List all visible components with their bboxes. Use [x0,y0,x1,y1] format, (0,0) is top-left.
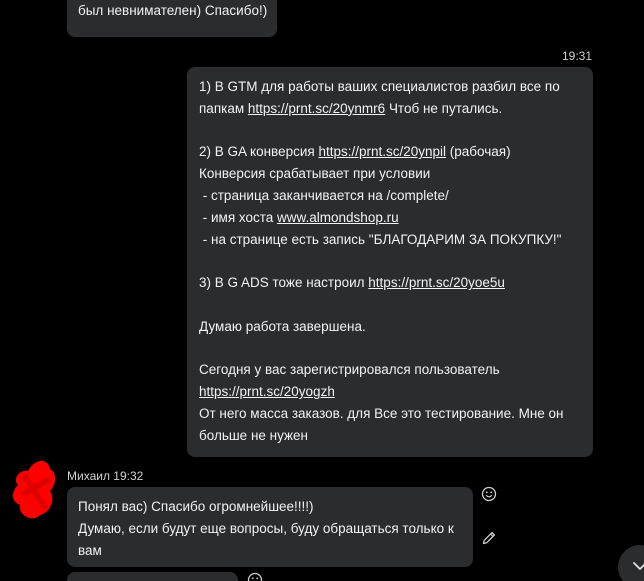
incoming-message-line: Понял вас) Спасибо огромнейшее!!!!) [78,499,314,514]
chevron-down-icon [633,562,644,570]
outgoing-message-line: 2) В GA конверсия https://prnt.sc/20ynpi… [199,141,581,163]
message-link[interactable]: https://prnt.sc/20ynmr6 [248,101,385,116]
previous-message-text: был невнимателен) Спасибо!) [78,3,268,18]
message-text: (рабочая) [446,144,511,160]
next-message-bubble[interactable] [67,572,238,581]
outgoing-message-line: Сегодня у вас зарегистрировался пользова… [199,359,581,381]
outgoing-message-line: папкам https://prnt.sc/20ynmr6 Чтоб не п… [199,98,581,120]
scroll-to-bottom-button[interactable] [618,545,644,581]
redacted-avatar [13,460,56,519]
outgoing-message-line: Конверсия срабатывает при условии [199,163,581,185]
outgoing-message-line: 1) В GTM для работы ваших специалистов р… [199,76,581,98]
outgoing-message-line: От него масса заказов. для Все это тести… [199,403,581,425]
message-link[interactable]: https://prnt.sc/20ynpil [318,144,446,159]
pencil-icon[interactable] [480,529,498,547]
incoming-message-meta: Михаил 19:32 [67,469,143,483]
incoming-message-line: вам [78,542,102,558]
chat-window: был невнимателен) Спасибо!) 19:31 1) В G… [0,0,644,581]
message-text: 1) В GTM для работы ваших специалистов р… [199,79,560,94]
message-text: Конверсия срабатывает при условии [199,166,431,182]
incoming-message-line: Думаю, если будут еще вопросы, буду обра… [78,520,454,536]
message-text: Думаю работа завершена. [199,318,366,334]
message-text: - страница заканчивается на /complete/ [199,187,449,203]
outgoing-message-line: Думаю работа завершена. [199,316,581,338]
previous-message-bubble[interactable]: был невнимателен) Спасибо!) [67,0,277,37]
outgoing-message-line: 3) В G ADS тоже настроил https://prnt.sc… [199,272,581,294]
message-text: Чтоб не путались. [385,100,503,116]
outgoing-message-line: больше не нужен [199,425,581,447]
incoming-message-bubble[interactable]: Понял вас) Спасибо огромнейшее!!!!) Дума… [67,487,473,567]
message-link[interactable]: https://prnt.sc/20yogzh [199,384,335,399]
message-text: - имя хоста [199,209,278,225]
message-text: 3) В G ADS тоже настроил [199,275,369,291]
outgoing-message-line: - имя хоста www.almondshop.ru [199,207,581,229]
smile-icon[interactable] [246,571,264,581]
smile-icon[interactable] [480,485,498,503]
outgoing-message-body: 1) В GTM для работы ваших специалистов р… [199,76,581,447]
message-text: папкам [199,100,248,116]
message-text: 2) В GA конверсия [199,144,319,160]
message-text: Сегодня у вас зарегистрировался пользова… [199,362,500,378]
outgoing-message-line: https://prnt.sc/20yogzh [199,381,581,403]
incoming-message-time: 19:32 [113,469,144,483]
outgoing-message-line: - страница заканчивается на /complete/ [199,185,581,207]
message-text: больше не нужен [199,427,309,443]
message-link[interactable]: https://prnt.sc/20yoe5u [368,275,505,290]
outgoing-message-line: - на странице есть запись "БЛАГОДАРИМ ЗА… [199,229,581,251]
message-text: - на странице есть запись "БЛАГОДАРИМ ЗА… [199,231,562,247]
outgoing-message-bubble[interactable]: 1) В GTM для работы ваших специалистов р… [187,67,593,457]
sender-name[interactable]: Михаил [67,469,110,483]
message-link[interactable]: www.almondshop.ru [277,210,399,225]
outgoing-message-time: 19:31 [561,49,592,63]
message-text: От него масса заказов. для Все это тести… [199,405,564,421]
